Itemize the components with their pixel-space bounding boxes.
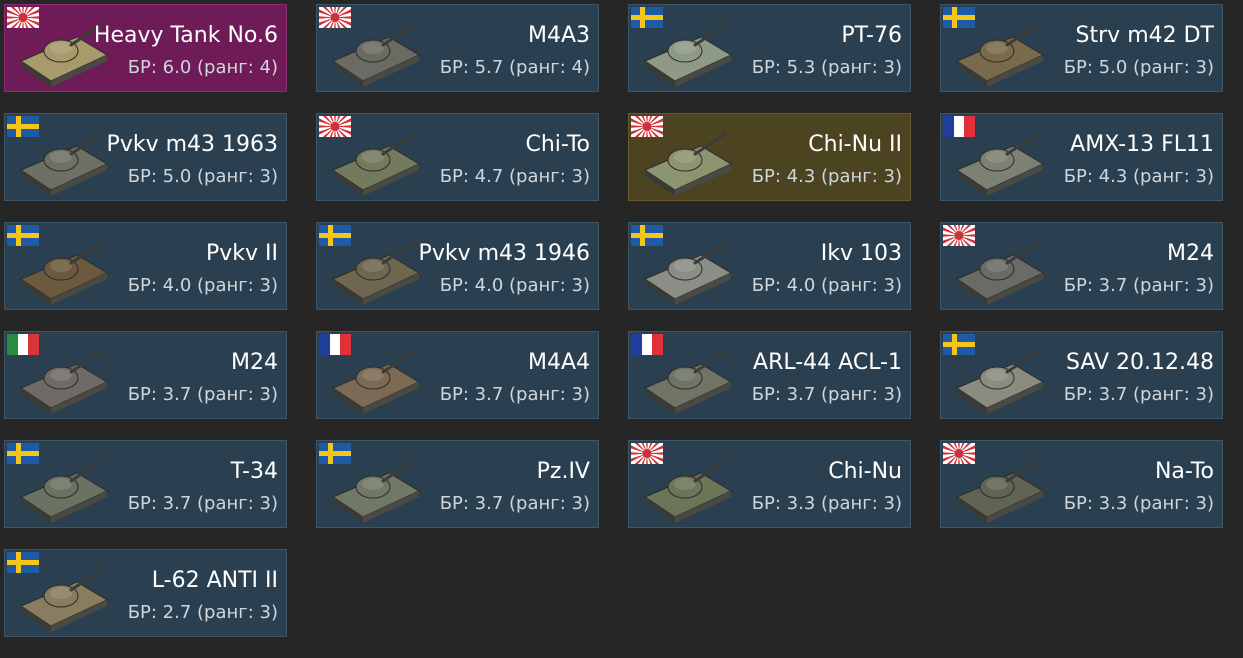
france-flag-icon [943, 116, 975, 137]
sweden-flag-icon [319, 225, 351, 246]
vehicle-card[interactable]: M4A4 БР: 3.7 (ранг: 3) [316, 331, 599, 419]
japan-flag-icon [943, 225, 975, 246]
vehicle-name: Strv m42 DT [1075, 23, 1214, 48]
vehicle-battle-rating: БР: 3.7 (ранг: 3) [127, 493, 278, 514]
japan-flag-icon [943, 443, 975, 464]
vehicle-name: PT-76 [841, 23, 902, 48]
vehicle-name: ARL-44 ACL-1 [753, 350, 902, 375]
vehicle-card[interactable]: ARL-44 ACL-1 БР: 3.7 (ранг: 3) [628, 331, 911, 419]
vehicle-battle-rating: БР: 5.0 (ранг: 3) [127, 166, 278, 187]
france-flag-icon [319, 334, 351, 355]
vehicle-card[interactable]: Na-To БР: 3.3 (ранг: 3) [940, 440, 1223, 528]
vehicle-battle-rating: БР: 4.0 (ранг: 3) [439, 275, 590, 296]
vehicle-card[interactable]: PT-76 БР: 5.3 (ранг: 3) [628, 4, 911, 92]
sweden-flag-icon [631, 225, 663, 246]
vehicle-grid: Heavy Tank No.6 БР: 6.0 (ранг: 4) M4A3 БР: … [4, 4, 1223, 637]
sweden-flag-icon [631, 7, 663, 28]
france-flag-icon [631, 334, 663, 355]
vehicle-battle-rating: БР: 2.7 (ранг: 3) [127, 602, 278, 623]
vehicle-card[interactable]: Pvkv II БР: 4.0 (ранг: 3) [4, 222, 287, 310]
vehicle-name: Pvkv II [205, 241, 278, 266]
sweden-flag-icon [7, 225, 39, 246]
vehicle-battle-rating: БР: 6.0 (ранг: 4) [127, 57, 278, 78]
vehicle-battle-rating: БР: 3.3 (ранг: 3) [751, 493, 902, 514]
vehicle-card[interactable]: L-62 ANTI II БР: 2.7 (ранг: 3) [4, 549, 287, 637]
vehicle-name: Pvkv m43 1963 [106, 132, 278, 157]
sweden-flag-icon [943, 7, 975, 28]
vehicle-card[interactable]: Heavy Tank No.6 БР: 6.0 (ранг: 4) [4, 4, 287, 92]
vehicle-card[interactable]: T-34 БР: 3.7 (ранг: 3) [4, 440, 287, 528]
vehicle-name: Pz.IV [536, 459, 590, 484]
vehicle-card[interactable]: M4A3 БР: 5.7 (ранг: 4) [316, 4, 599, 92]
vehicle-battle-rating: БР: 3.7 (ранг: 3) [439, 384, 590, 405]
vehicle-card[interactable]: Strv m42 DT БР: 5.0 (ранг: 3) [940, 4, 1223, 92]
vehicle-battle-rating: БР: 3.3 (ранг: 3) [1063, 493, 1214, 514]
vehicle-card[interactable]: Pz.IV БР: 3.7 (ранг: 3) [316, 440, 599, 528]
vehicle-name: M24 [1167, 241, 1214, 266]
vehicle-name: M4A3 [527, 23, 590, 48]
vehicle-name: L-62 ANTI II [151, 568, 278, 593]
vehicle-name: M4A4 [527, 350, 590, 375]
sweden-flag-icon [7, 443, 39, 464]
vehicle-name: Na-To [1154, 459, 1214, 484]
vehicle-battle-rating: БР: 5.3 (ранг: 3) [751, 57, 902, 78]
vehicle-name: AMX-13 FL11 [1070, 132, 1214, 157]
italy-flag-icon [7, 334, 39, 355]
vehicle-battle-rating: БР: 4.0 (ранг: 3) [751, 275, 902, 296]
vehicle-name: M24 [231, 350, 278, 375]
vehicle-battle-rating: БР: 4.3 (ранг: 3) [1063, 166, 1214, 187]
sweden-flag-icon [319, 443, 351, 464]
vehicle-name: Heavy Tank No.6 [93, 23, 278, 48]
sweden-flag-icon [7, 552, 39, 573]
sweden-flag-icon [7, 116, 39, 137]
vehicle-name: Chi-Nu II [808, 132, 902, 157]
vehicle-battle-rating: БР: 3.7 (ранг: 3) [439, 493, 590, 514]
vehicle-card[interactable]: Ikv 103 БР: 4.0 (ранг: 3) [628, 222, 911, 310]
vehicle-card[interactable]: SAV 20.12.48 БР: 3.7 (ранг: 3) [940, 331, 1223, 419]
vehicle-card[interactable]: M24 БР: 3.7 (ранг: 3) [4, 331, 287, 419]
vehicle-card[interactable]: Chi-Nu II БР: 4.3 (ранг: 3) [628, 113, 911, 201]
vehicle-card[interactable]: AMX-13 FL11 БР: 4.3 (ранг: 3) [940, 113, 1223, 201]
vehicle-card[interactable]: M24 БР: 3.7 (ранг: 3) [940, 222, 1223, 310]
vehicle-card[interactable]: Chi-Nu БР: 3.3 (ранг: 3) [628, 440, 911, 528]
vehicle-battle-rating: БР: 4.3 (ранг: 3) [751, 166, 902, 187]
vehicle-battle-rating: БР: 4.0 (ранг: 3) [127, 275, 278, 296]
vehicle-card[interactable]: Pvkv m43 1963 БР: 5.0 (ранг: 3) [4, 113, 287, 201]
vehicle-name: Chi-Nu [828, 459, 902, 484]
vehicle-card[interactable]: Pvkv m43 1946 БР: 4.0 (ранг: 3) [316, 222, 599, 310]
japan-flag-icon [631, 443, 663, 464]
vehicle-card[interactable]: Chi-To БР: 4.7 (ранг: 3) [316, 113, 599, 201]
vehicle-battle-rating: БР: 3.7 (ранг: 3) [1063, 384, 1214, 405]
vehicle-battle-rating: БР: 5.7 (ранг: 4) [439, 57, 590, 78]
japan-flag-icon [7, 7, 39, 28]
sweden-flag-icon [943, 334, 975, 355]
vehicle-name: SAV 20.12.48 [1065, 350, 1214, 375]
japan-flag-icon [631, 116, 663, 137]
vehicle-name: Ikv 103 [820, 241, 902, 266]
vehicle-battle-rating: БР: 3.7 (ранг: 3) [751, 384, 902, 405]
japan-flag-icon [319, 7, 351, 28]
japan-flag-icon [319, 116, 351, 137]
vehicle-name: Chi-To [525, 132, 591, 157]
vehicle-battle-rating: БР: 4.7 (ранг: 3) [439, 166, 590, 187]
vehicle-name: T-34 [230, 459, 278, 484]
vehicle-battle-rating: БР: 3.7 (ранг: 3) [127, 384, 278, 405]
vehicle-battle-rating: БР: 5.0 (ранг: 3) [1063, 57, 1214, 78]
vehicle-name: Pvkv m43 1946 [418, 241, 590, 266]
vehicle-battle-rating: БР: 3.7 (ранг: 3) [1063, 275, 1214, 296]
